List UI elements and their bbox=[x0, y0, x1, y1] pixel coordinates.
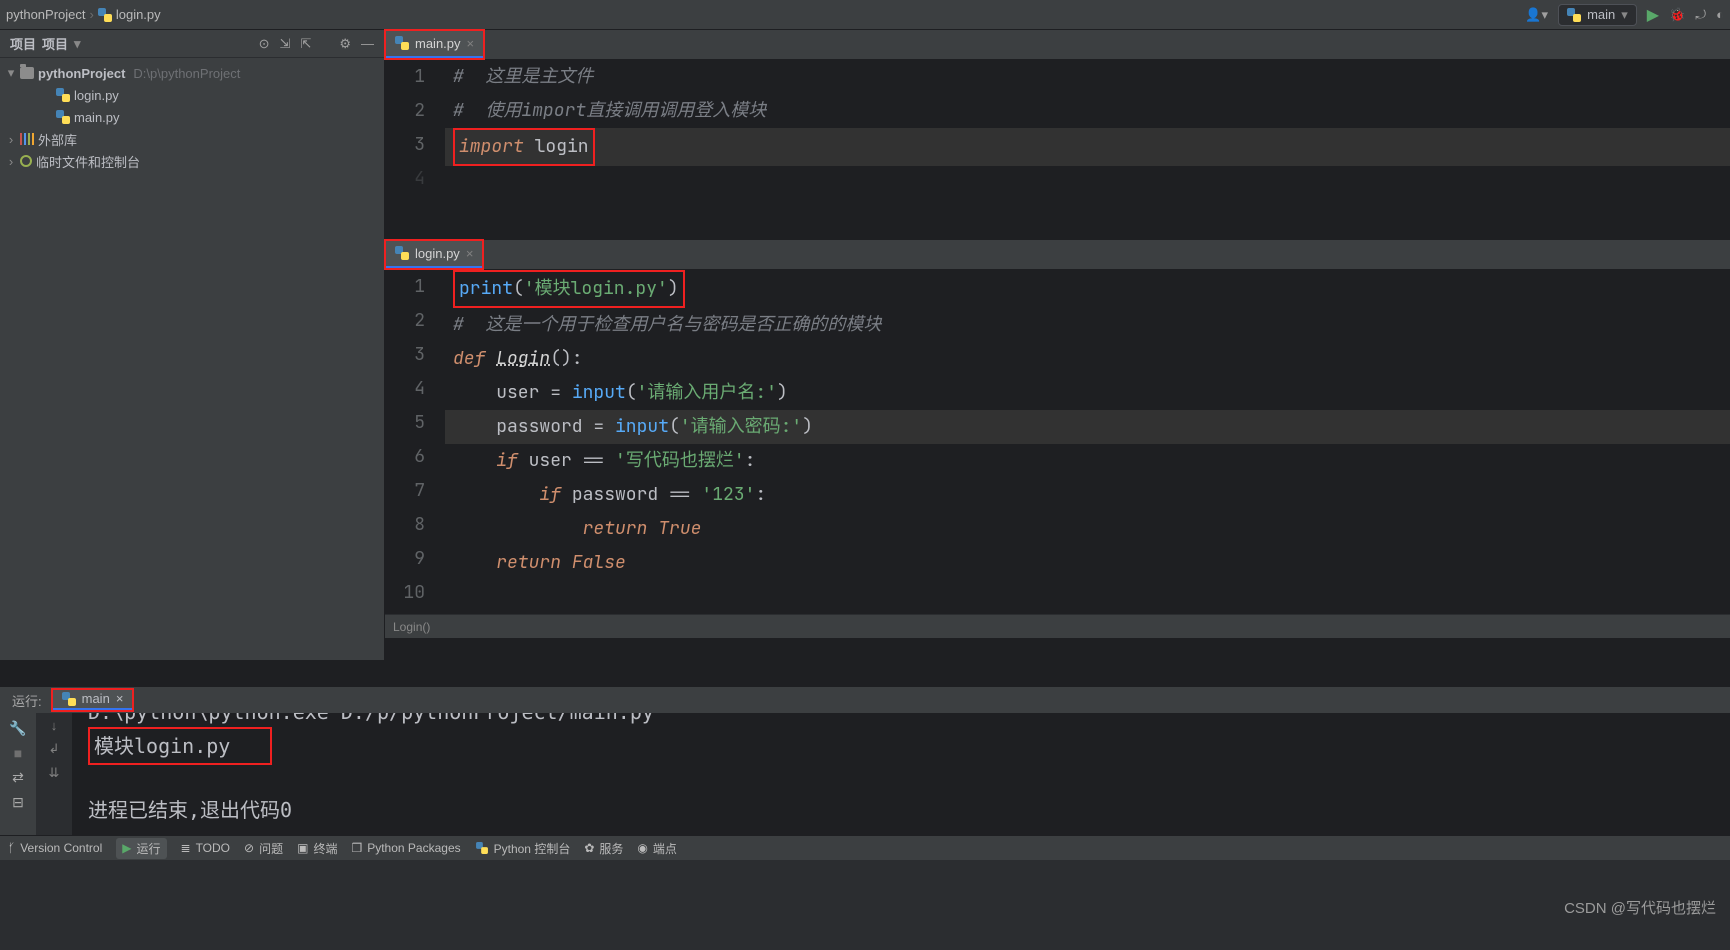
chevron-down-icon: ▾ bbox=[1621, 7, 1628, 23]
gear-icon[interactable]: ⚙ bbox=[339, 36, 351, 52]
run-button[interactable]: ▶ bbox=[1647, 5, 1659, 25]
editor-tabs: main.py × bbox=[385, 30, 1730, 60]
profiler-button[interactable]: ◐ bbox=[1716, 7, 1724, 22]
editor-tabs: login.py × bbox=[385, 240, 1730, 270]
library-icon bbox=[20, 133, 34, 145]
settings-button[interactable]: 🔧 bbox=[9, 720, 26, 737]
select-opened-file-icon[interactable]: ⊙ bbox=[259, 36, 270, 52]
project-tree[interactable]: ▾ pythonProject D:\p\pythonProject login… bbox=[0, 58, 384, 176]
run-header: 运行: main × bbox=[0, 687, 1730, 713]
editor-content-main[interactable]: # 这里是主文件 # 使用import直接调用调用登入模块 import log… bbox=[445, 60, 1730, 196]
tree-root-name: pythonProject bbox=[38, 66, 125, 81]
soft-wrap-icon[interactable]: ↲ bbox=[49, 741, 60, 757]
python-console-tab[interactable]: Python 控制台 bbox=[475, 840, 571, 857]
breadcrumb-project[interactable]: pythonProject bbox=[6, 7, 86, 22]
run-label: 运行: bbox=[12, 691, 42, 710]
python-file-icon bbox=[62, 692, 76, 706]
run-tool-window: 运行: main × ▶ 🔧 ■ ⇄ ⊟ ↑ ↓ ↲ ⇊ D:\python\p… bbox=[0, 660, 1730, 835]
stop-button[interactable]: ■ bbox=[14, 745, 22, 761]
python-file-icon bbox=[395, 36, 409, 50]
tree-root[interactable]: ▾ pythonProject D:\p\pythonProject bbox=[0, 62, 384, 84]
services-tab[interactable]: ✿ 服务 bbox=[584, 840, 623, 857]
toolbar-right: 👤▾ main ▾ ▶ 🐞 ⤾ ◐ bbox=[1525, 4, 1724, 26]
editor-tab-login[interactable]: login.py × bbox=[385, 240, 483, 269]
breadcrumbs-bar[interactable]: Login() bbox=[385, 614, 1730, 638]
editor-tab-main[interactable]: main.py × bbox=[385, 30, 484, 59]
python-file-icon bbox=[98, 8, 112, 22]
scratches-icon bbox=[20, 155, 32, 167]
python-file-icon bbox=[56, 88, 70, 102]
vcs-tab[interactable]: ᚶ Version Control bbox=[8, 841, 102, 855]
collapse-all-icon[interactable]: ⇱ bbox=[300, 36, 311, 52]
todo-tab[interactable]: ≣ TODO bbox=[181, 841, 231, 855]
navigation-bar: pythonProject › login.py 👤▾ main ▾ ▶ 🐞 ⤾… bbox=[0, 0, 1730, 30]
tree-scratches[interactable]: › 临时文件和控制台 bbox=[0, 150, 384, 172]
tree-file[interactable]: main.py bbox=[0, 106, 384, 128]
tree-external-libs[interactable]: › 外部库 bbox=[0, 128, 384, 150]
watermark: CSDN @写代码也摆烂 bbox=[1564, 897, 1716, 918]
python-file-icon bbox=[395, 246, 409, 260]
status-bar: ᚶ Version Control ▶ 运行 ≣ TODO ⊘ 问题 ▣ 终端 … bbox=[0, 835, 1730, 860]
coverage-button[interactable]: ⤾ bbox=[1695, 7, 1706, 23]
down-icon[interactable]: ↓ bbox=[51, 718, 58, 733]
layout-button[interactable]: ⇄ bbox=[12, 769, 24, 786]
editor-area: main.py × 1234 # 这里是主文件 # 使用import直接调用调用… bbox=[385, 30, 1730, 660]
chevron-right-icon[interactable]: › bbox=[6, 154, 16, 169]
chevron-down-icon[interactable]: ▾ bbox=[6, 65, 16, 81]
console-exit-line: 进程已结束,退出代码0 bbox=[88, 795, 1714, 825]
project-tool-window: 项目 项目 ▾ ⊙ ⇲ ⇱ ⚙ — ▾ pythonProject D:\p\p… bbox=[0, 30, 385, 660]
hide-button[interactable]: — bbox=[361, 36, 374, 52]
pin-button[interactable]: ⊟ bbox=[12, 794, 24, 811]
debug-button[interactable]: 🐞 bbox=[1669, 7, 1685, 23]
python-file-icon bbox=[56, 110, 70, 124]
close-icon[interactable]: × bbox=[467, 36, 475, 51]
close-icon[interactable]: × bbox=[466, 246, 474, 261]
editor-content-login[interactable]: print('模块login.py') # 这是一个用于检查用户名与密码是否正确… bbox=[445, 270, 1730, 614]
chevron-down-icon[interactable]: ▾ bbox=[74, 36, 81, 52]
tree-file[interactable]: login.py bbox=[0, 84, 384, 106]
problems-tab[interactable]: ⊘ 问题 bbox=[244, 840, 283, 857]
run-tab[interactable]: main × bbox=[52, 689, 134, 711]
project-header: 项目 项目 ▾ ⊙ ⇲ ⇱ ⚙ — bbox=[0, 30, 384, 58]
python-file-icon bbox=[1567, 8, 1581, 22]
console-output-line: 模块login.py bbox=[88, 727, 272, 765]
chevron-right-icon[interactable]: › bbox=[6, 132, 16, 147]
run-config-selector[interactable]: main ▾ bbox=[1558, 4, 1637, 26]
expand-all-icon[interactable]: ⇲ bbox=[280, 36, 291, 52]
chevron-right-icon: › bbox=[90, 7, 94, 22]
add-user-icon[interactable]: 👤▾ bbox=[1525, 7, 1548, 23]
run-config-label: main bbox=[1587, 7, 1615, 22]
run-tab-button[interactable]: ▶ 运行 bbox=[116, 838, 166, 859]
project-label[interactable]: 项目 bbox=[10, 34, 36, 53]
gutter[interactable]: 1234 bbox=[385, 60, 445, 196]
scroll-to-end-icon[interactable]: ⇊ bbox=[49, 765, 60, 781]
gutter[interactable]: 12345678910 bbox=[385, 270, 445, 614]
breadcrumb-file[interactable]: login.py bbox=[116, 7, 161, 22]
folder-icon bbox=[20, 67, 34, 79]
packages-tab[interactable]: ❒ Python Packages bbox=[351, 841, 460, 855]
tree-root-path: D:\p\pythonProject bbox=[133, 66, 240, 81]
terminal-tab[interactable]: ▣ 终端 bbox=[297, 840, 337, 857]
breadcrumb: pythonProject › login.py bbox=[6, 7, 161, 22]
close-icon[interactable]: × bbox=[116, 691, 124, 706]
endpoints-tab[interactable]: ◉ 端点 bbox=[637, 840, 677, 857]
